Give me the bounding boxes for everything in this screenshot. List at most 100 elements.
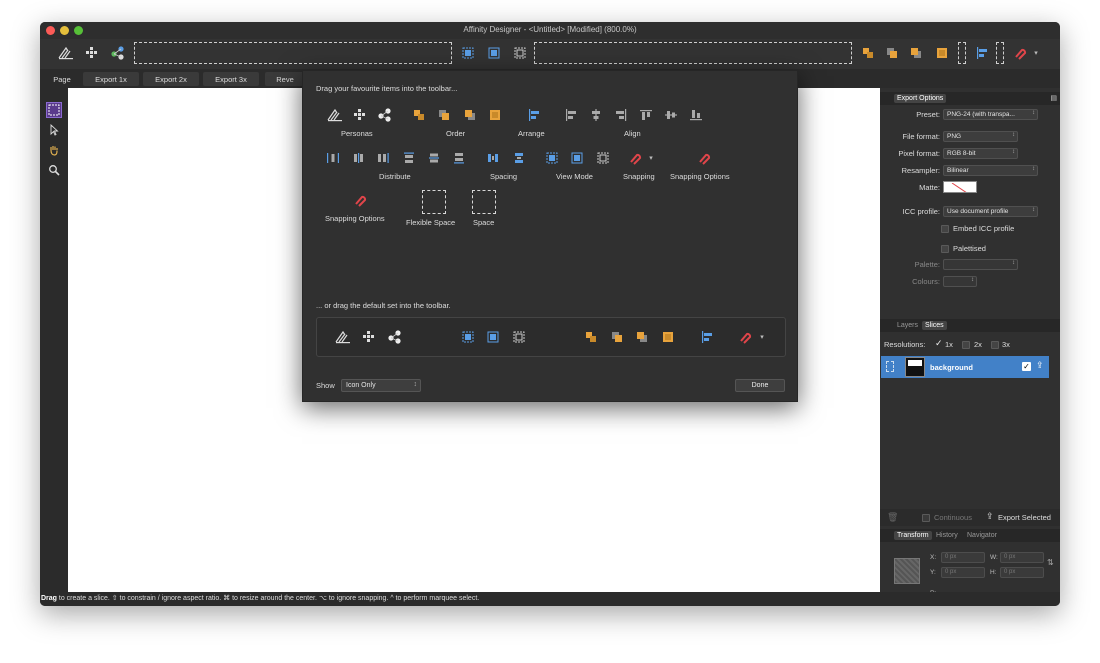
palettised-checkbox[interactable]: [941, 245, 949, 253]
lock-aspect-icon[interactable]: ⇅: [1047, 558, 1054, 567]
panel-menu-icon[interactable]: ▤: [1050, 94, 1057, 102]
export-selected-button[interactable]: Export Selected: [998, 513, 1051, 522]
order-forward-icon[interactable]: [460, 105, 480, 125]
snapping-options-icon[interactable]: [350, 190, 370, 210]
align-left-icon[interactable]: [972, 43, 992, 63]
order-backward-icon[interactable]: [434, 105, 454, 125]
view-mode-icon[interactable]: [567, 148, 587, 168]
tab-export-3x[interactable]: Export 3x: [203, 72, 259, 86]
align-top-icon[interactable]: [636, 105, 656, 125]
tab-page[interactable]: Page: [48, 72, 76, 86]
anchor-point-grid-icon[interactable]: [894, 558, 920, 584]
view-mode-icon[interactable]: [510, 43, 530, 63]
embed-icc-checkbox[interactable]: [941, 225, 949, 233]
toolbar-space[interactable]: [958, 42, 966, 64]
spacing-v-icon[interactable]: [509, 148, 529, 168]
default-toolbar-set[interactable]: ▾: [316, 317, 786, 357]
slice-export-checkbox[interactable]: ✓: [1022, 362, 1031, 371]
order-front-icon[interactable]: [485, 105, 505, 125]
zoom-tool-icon[interactable]: [46, 162, 62, 178]
slice-tool-icon[interactable]: [46, 102, 62, 118]
tab-export-2x[interactable]: Export 2x: [143, 72, 199, 86]
icc-profile-select[interactable]: Use document profile: [943, 206, 1038, 217]
matte-swatch[interactable]: [943, 181, 977, 193]
tab-export-options[interactable]: Export Options: [894, 94, 947, 103]
status-bar: Drag to create a slice. ⇧ to constrain /…: [40, 592, 1060, 606]
order-front-icon[interactable]: [932, 43, 952, 63]
tab-history[interactable]: History: [933, 531, 961, 540]
toolbar-space[interactable]: [996, 42, 1004, 64]
slice-row[interactable]: background ✓ ⇪: [881, 356, 1049, 378]
distribute-right-icon[interactable]: [373, 148, 393, 168]
pixel-persona-icon[interactable]: [82, 43, 102, 63]
toolbar-flexible-space[interactable]: [134, 42, 452, 64]
space-item[interactable]: [472, 190, 496, 214]
tab-revert[interactable]: Reve: [265, 72, 305, 86]
snapping-magnet-icon[interactable]: [1010, 43, 1030, 63]
slice-export-icon[interactable]: ⇪: [1036, 360, 1044, 371]
distribute-bottom-icon[interactable]: [449, 148, 469, 168]
continuous-checkbox[interactable]: [922, 514, 930, 522]
view-mode-icon[interactable]: [593, 148, 613, 168]
snapping-dropdown-icon[interactable]: ▾: [1030, 43, 1042, 63]
view-mode-icon[interactable]: [458, 43, 478, 63]
export-persona-icon[interactable]: [108, 43, 128, 63]
distribute-h-icon[interactable]: [323, 148, 343, 168]
flexible-space-item[interactable]: [422, 190, 446, 214]
align-bottom-icon[interactable]: [686, 105, 706, 125]
slice-name: background: [930, 363, 973, 372]
res-3x-checkbox[interactable]: [991, 341, 999, 349]
pixel-persona-icon[interactable]: [350, 105, 370, 125]
snapping-options-icon[interactable]: [694, 148, 714, 168]
distribute-center-icon[interactable]: [348, 148, 368, 168]
align-middle-icon[interactable]: [661, 105, 681, 125]
order-front-icon: [658, 327, 678, 347]
toolbar-flexible-space[interactable]: [534, 42, 852, 64]
trash-icon[interactable]: 🗑: [887, 512, 898, 523]
tab-navigator[interactable]: Navigator: [964, 531, 1000, 540]
res-1x-checkmark-icon[interactable]: ✓: [935, 338, 943, 349]
palette-select[interactable]: [943, 259, 1018, 270]
pixel-format-select[interactable]: RGB 8-bit: [943, 148, 1018, 159]
designer-persona-icon[interactable]: [56, 43, 76, 63]
file-format-select[interactable]: PNG: [943, 131, 1018, 142]
distribute-top-icon[interactable]: [399, 148, 419, 168]
align-center-icon[interactable]: [586, 105, 606, 125]
pointer-tool-icon[interactable]: [46, 122, 62, 138]
y-field[interactable]: 0 px: [941, 567, 985, 578]
layers-slices-header: Layers Slices: [880, 319, 1060, 332]
snapping-magnet-icon[interactable]: [625, 148, 645, 168]
view-mode-icon[interactable]: [542, 148, 562, 168]
order-backward-icon[interactable]: [882, 43, 902, 63]
view-mode-icon[interactable]: [484, 43, 504, 63]
colours-select[interactable]: [943, 276, 977, 287]
preset-select[interactable]: PNG-24 (with transpa...: [943, 109, 1038, 120]
matte-label: Matte:: [919, 183, 940, 192]
spacing-h-icon[interactable]: [483, 148, 503, 168]
done-button[interactable]: Done: [735, 379, 785, 392]
tab-transform[interactable]: Transform: [894, 531, 932, 540]
w-label: W:: [990, 554, 998, 561]
view-mode-icon: [509, 327, 529, 347]
hand-tool-icon[interactable]: [46, 142, 62, 158]
order-back-icon[interactable]: [409, 105, 429, 125]
res-2x-checkbox[interactable]: [962, 341, 970, 349]
w-field[interactable]: 0 px: [1000, 552, 1044, 563]
order-forward-icon[interactable]: [906, 43, 926, 63]
resampler-select[interactable]: Bilinear: [943, 165, 1038, 176]
h-field[interactable]: 0 px: [1000, 567, 1044, 578]
designer-persona-icon[interactable]: [325, 105, 345, 125]
distribute-middle-icon[interactable]: [424, 148, 444, 168]
snapping-dropdown-icon[interactable]: ▾: [646, 148, 656, 168]
align-left-icon[interactable]: [561, 105, 581, 125]
tab-layers[interactable]: Layers: [894, 321, 921, 330]
arrange-icon[interactable]: [524, 105, 544, 125]
x-field[interactable]: 0 px: [941, 552, 985, 563]
align-right-icon[interactable]: [611, 105, 631, 125]
order-back-icon[interactable]: [858, 43, 878, 63]
show-select[interactable]: Icon Only: [341, 379, 421, 392]
tab-export-1x[interactable]: Export 1x: [83, 72, 139, 86]
tab-slices[interactable]: Slices: [922, 321, 947, 330]
x-label: X:: [930, 554, 937, 561]
export-persona-icon[interactable]: [375, 105, 395, 125]
